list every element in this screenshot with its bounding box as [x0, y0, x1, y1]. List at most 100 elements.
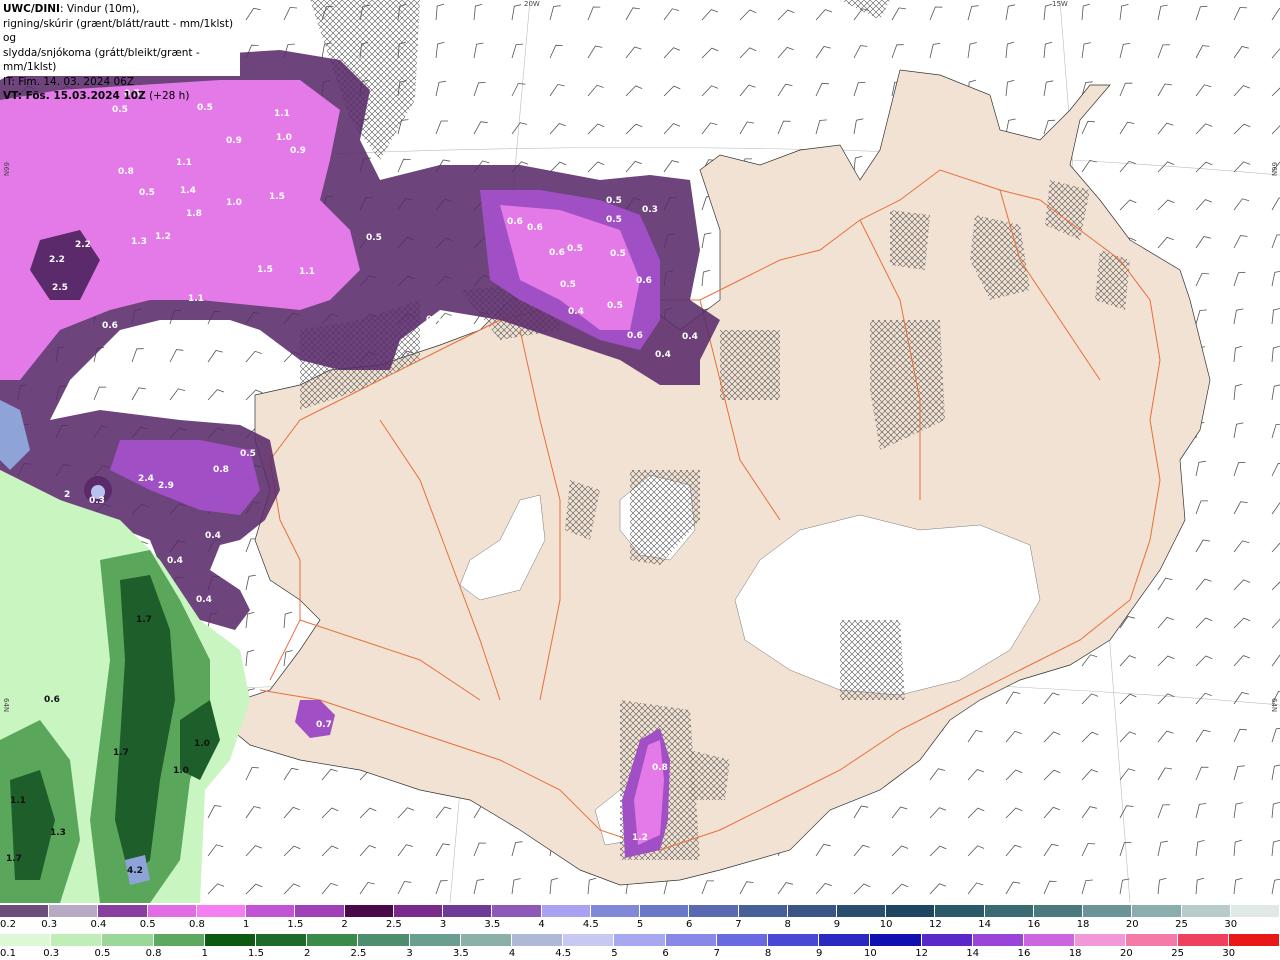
snow-value: 0.8	[213, 465, 229, 475]
rain-scale-label: 14	[966, 948, 980, 959]
rain-scale-swatch	[614, 934, 666, 946]
rain-scale-swatch	[768, 934, 820, 946]
rain-scale-label: 9	[816, 948, 823, 959]
rain-scale-swatch	[1177, 934, 1229, 946]
snow-scale-swatch	[443, 905, 493, 917]
snow-value: 1.1	[299, 267, 315, 277]
snow-scale-label: 4.5	[582, 919, 599, 930]
snow-value: 1.1	[176, 158, 192, 168]
snow-scale-label: 1.5	[287, 919, 304, 930]
snow-scale-label: 8	[784, 919, 791, 930]
snow-scale-swatch	[590, 905, 641, 917]
snow-value: 2	[64, 490, 70, 500]
snow-scale-label: 0.8	[188, 919, 205, 930]
snow-value: 0.4	[655, 350, 671, 360]
snow-scale-swatch	[1083, 905, 1133, 917]
snow-scale-label: 3.5	[484, 919, 501, 930]
snow-value: 2.9	[158, 481, 174, 491]
lon-label-20w: 20W	[524, 0, 540, 8]
snow-value: 2.4	[138, 474, 154, 484]
rain-scale-label: 10	[864, 948, 877, 959]
rain-value: 1.3	[50, 828, 66, 838]
snow-value: 1.5	[269, 192, 285, 202]
rain-scale-swatch	[358, 934, 410, 946]
snow-scale-label: 4	[538, 919, 545, 930]
header-line-1-text: : Vindur (10m),	[59, 3, 140, 15]
snow-scale-labels: 0.2 0.3 0.4 0.5 0.8 1 1.5 2 2.5 3 3.5 4 4.5 5 6 7 8 9 10 12…	[0, 919, 1280, 931]
snow-value: 1.8	[186, 209, 202, 219]
rain-scale-swatch	[1075, 934, 1127, 946]
snow-value: 0.4	[682, 332, 698, 342]
rain-scale-label: 0.1	[0, 948, 16, 959]
snow-value: 1.4	[180, 186, 196, 196]
color-legend: 0.2 0.3 0.4 0.5 0.8 1 1.5 2 2.5 3 3.5 4 4.5 5 6 7 8 9 10 12…	[0, 903, 1280, 960]
snow-value: 1.3	[131, 237, 147, 247]
snow-value: 0.5	[606, 196, 622, 206]
rain-scale-swatch	[102, 934, 154, 946]
snow-scale-label: 2	[341, 919, 348, 930]
lead-time: (+28 h)	[145, 90, 190, 102]
rain-scale-label: 4.5	[555, 948, 572, 959]
rain-value: 1.0	[173, 766, 189, 776]
lat-label-64n-left: 64N	[2, 698, 10, 713]
valid-time-line: VT: Fös. 15.03.2024 10Z (+28 h)	[3, 89, 237, 104]
snow-value: 2.2	[75, 240, 91, 250]
rain-scale-label: 12	[915, 948, 928, 959]
rain-scale-swatch	[1228, 934, 1280, 946]
rain-scale-label: 7	[713, 948, 720, 959]
snow-scale-swatch	[98, 905, 148, 917]
snow-scale-label: 16	[1027, 919, 1041, 930]
snow-scale-swatch	[147, 905, 197, 917]
rain-scale-swatch	[512, 934, 564, 946]
rain-scale-label: 18	[1068, 948, 1082, 959]
snow-value: 0.8	[118, 167, 134, 177]
snow-scale-label: 6	[686, 919, 693, 930]
rain-scale-swatch	[460, 934, 513, 946]
snow-scale-swatch	[738, 905, 788, 917]
snow-value: 0.6	[527, 223, 543, 233]
snow-scale-swatch	[344, 905, 394, 917]
rain-scale-swatch	[1126, 934, 1178, 946]
rain-scale-label: 0.5	[94, 948, 111, 959]
snow-value: 0.5	[606, 215, 622, 225]
rain-color-scale	[0, 934, 1280, 946]
snow-scale-swatch	[787, 905, 837, 917]
snow-value: 0.5	[112, 105, 128, 115]
snow-value: 2.2	[49, 255, 65, 265]
snow-scale-swatch	[1181, 905, 1231, 917]
snow-scale-swatch	[393, 905, 444, 917]
snow-scale-swatch	[1033, 905, 1084, 917]
rain-scale-swatch	[716, 934, 769, 946]
snow-scale-label: 18	[1076, 919, 1090, 930]
snow-value: 1.1	[188, 294, 204, 304]
snow-scale-label: 10	[879, 919, 893, 930]
snow-scale-label: 0.5	[139, 919, 156, 930]
snow-scale-label: 3	[439, 919, 447, 930]
lat-label-66n-left: 66N	[2, 162, 10, 177]
rain-scale-swatch	[153, 934, 205, 946]
snow-scale-swatch	[246, 905, 296, 917]
rain-value: 1.1	[10, 796, 26, 806]
rain-scale-label: 0.8	[145, 948, 162, 959]
snow-scale-label: 0.2	[0, 919, 16, 930]
snow-value: 0.5	[607, 301, 623, 311]
snow-value: 0.6	[102, 321, 118, 331]
snow-scale-swatch	[1132, 905, 1182, 917]
snow-value: 0.5	[240, 449, 256, 459]
rain-scale-label: 20	[1120, 948, 1133, 959]
rain-scale-label: 6	[662, 948, 669, 959]
snow-value: 0.4	[426, 315, 442, 325]
header-line-2: rigning/skúrir (grænt/blátt/rautt - mm/1…	[3, 17, 234, 45]
model-name: UWC/DINI	[3, 3, 60, 15]
rain-scale-label: 1	[201, 948, 208, 959]
snow-value: 1.5	[257, 265, 273, 275]
snow-scale-swatch	[836, 905, 887, 917]
snow-scale-swatch	[492, 905, 542, 917]
snow-value: 1.1	[274, 109, 290, 119]
snow-value: 0.4	[167, 556, 183, 566]
snow-scale-label: 9	[833, 919, 841, 930]
snow-value: 1.2	[632, 833, 648, 843]
rain-scale-swatch	[0, 934, 52, 946]
snow-value: 0.6	[549, 248, 565, 258]
rain-value: 1.7	[136, 615, 152, 625]
